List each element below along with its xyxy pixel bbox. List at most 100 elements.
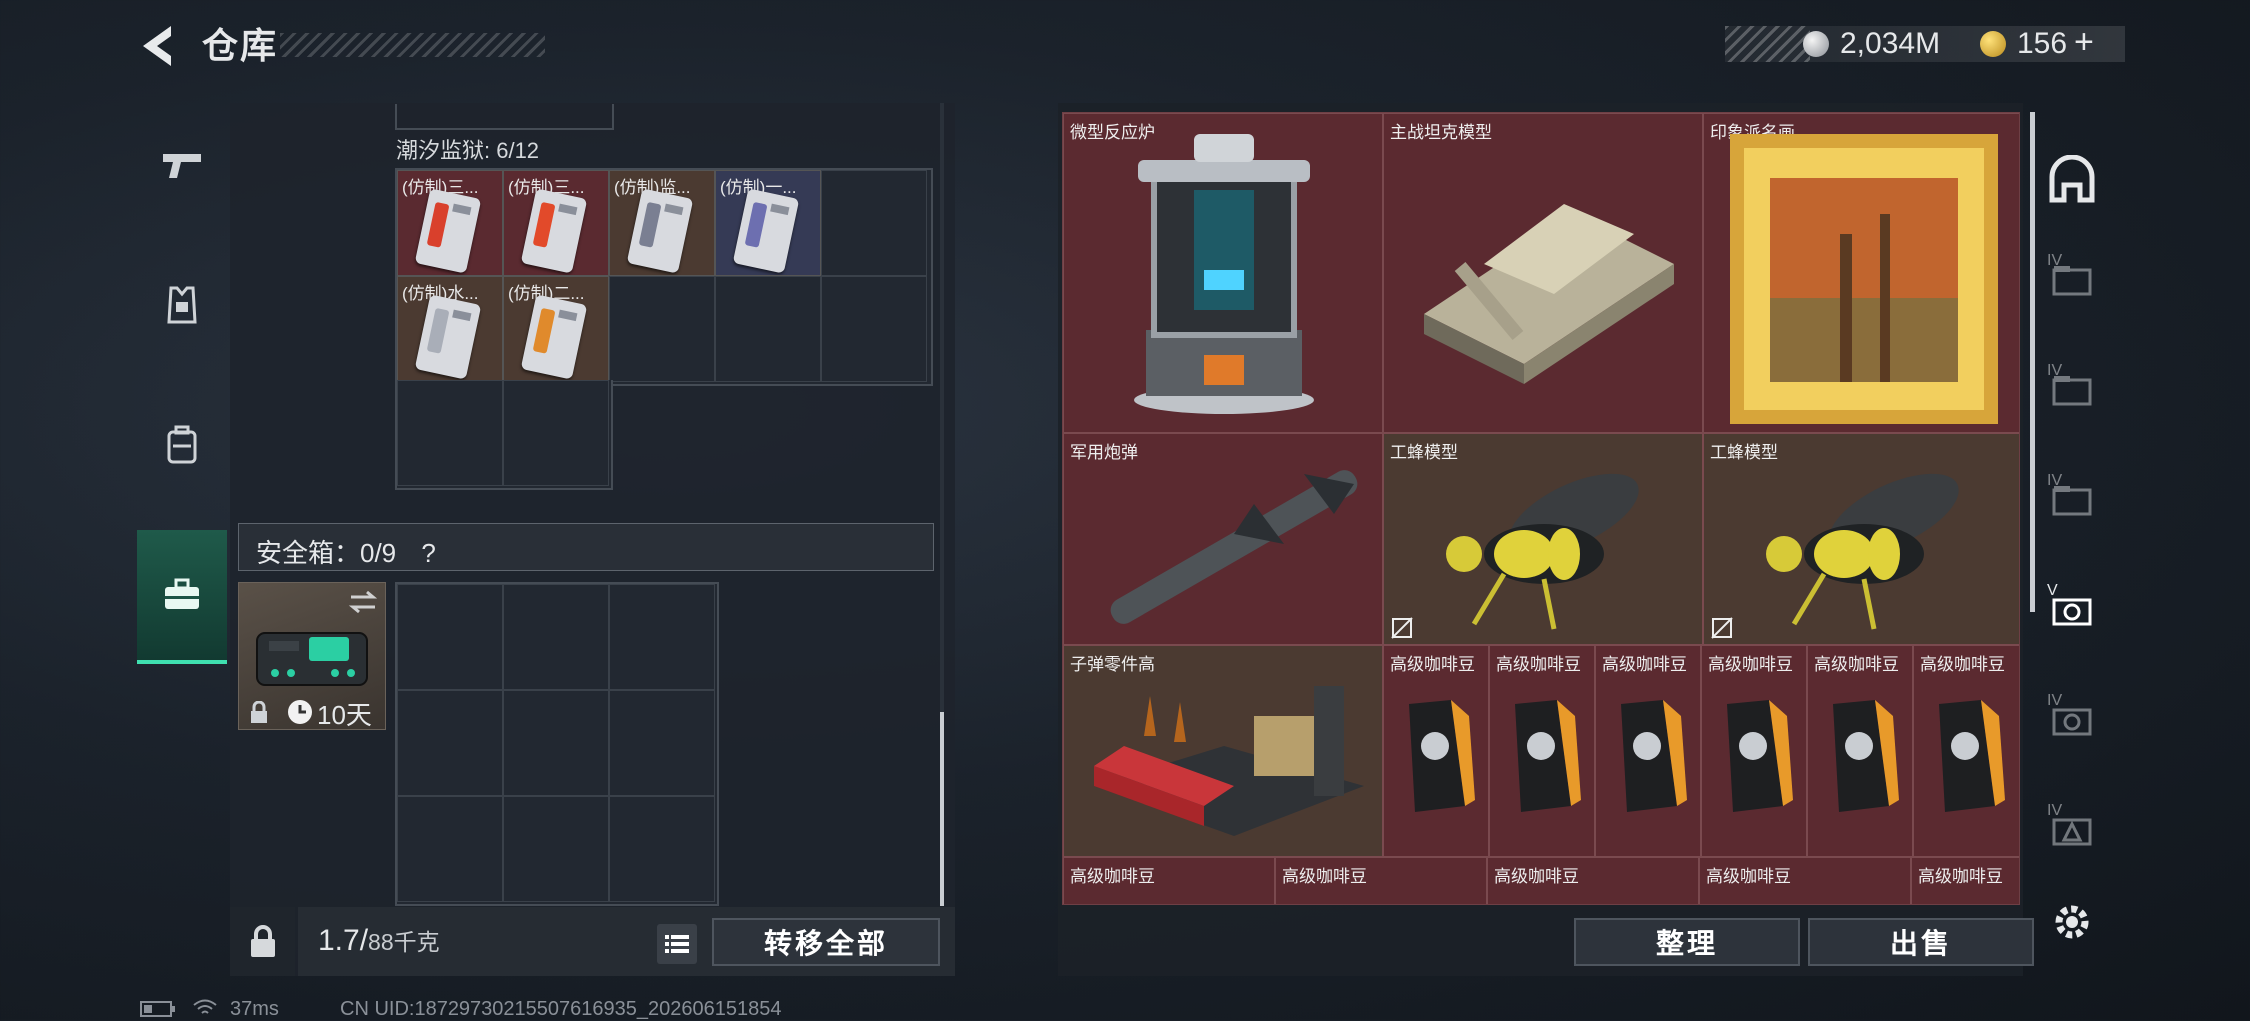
empty-slot[interactable] — [503, 796, 609, 902]
collection-item[interactable]: (仿制)水... — [397, 276, 503, 382]
stash-scrollbar[interactable] — [2030, 112, 2035, 612]
briefcase-icon — [165, 578, 199, 609]
wifi-icon — [193, 999, 217, 1014]
bee-icon — [1766, 473, 1959, 630]
silver-coin-icon — [1803, 31, 1829, 57]
stash-item-tank-model[interactable]: 主战坦克模型 — [1383, 113, 1703, 433]
uid-text: CN UID:18729730215507616935_202606151854 — [340, 998, 782, 1020]
coffee-bag-icon — [1409, 700, 1475, 812]
transfer-all-button[interactable]: 转移全部 — [712, 918, 940, 966]
battery-icon — [140, 1001, 175, 1017]
stash-item-coffee[interactable]: 高级咖啡豆 — [1487, 857, 1699, 904]
keycard-icon — [520, 294, 588, 380]
sort-button[interactable]: 整理 — [1574, 918, 1800, 966]
tank-icon — [1424, 204, 1674, 384]
tab-backpack[interactable] — [137, 380, 227, 510]
collection-item[interactable]: (仿制)三... — [397, 170, 503, 276]
empty-slot[interactable] — [821, 276, 927, 382]
ping-readout: 37ms — [230, 998, 279, 1020]
stash-item-coffee[interactable]: 高级咖啡豆 — [1275, 857, 1487, 904]
stash-item-coffee[interactable]: 高级咖啡豆 — [1807, 645, 1913, 857]
currency-decoration — [1725, 26, 1810, 62]
help-button[interactable]: ? — [421, 538, 435, 568]
bee-icon — [1446, 473, 1639, 630]
reactor-icon — [1134, 134, 1314, 414]
list-view-button[interactable] — [657, 924, 697, 964]
stash-item-micro-reactor[interactable]: 微型反应炉 — [1063, 113, 1383, 433]
lock-button[interactable] — [230, 907, 295, 976]
empty-slot[interactable] — [609, 690, 715, 796]
stash-item-coffee[interactable]: 高级咖啡豆 — [1701, 645, 1807, 857]
safe-container-icon — [256, 632, 368, 686]
collection-item[interactable]: (仿制)二... — [503, 276, 609, 382]
stash-item-bee-model[interactable]: 工蜂模型 — [1703, 433, 2019, 645]
stash-item-bullet-parts[interactable]: 子弹零件高 — [1063, 645, 1383, 857]
tab-armor[interactable] — [137, 240, 227, 370]
stash-item-coffee[interactable]: 高级咖啡豆 — [1489, 645, 1595, 857]
back-arrow-icon — [143, 26, 171, 66]
previous-container-edge — [395, 104, 614, 130]
gold-coin-icon — [1980, 31, 2006, 57]
settings-button[interactable] — [2052, 902, 2092, 942]
stash-item-coffee[interactable]: 高级咖啡豆 — [1063, 857, 1275, 904]
list-icon — [665, 935, 689, 953]
pistol-icon — [163, 154, 201, 178]
empty-slot[interactable] — [715, 276, 821, 382]
stash-item-coffee[interactable]: 高级咖啡豆 — [1595, 645, 1701, 857]
safebox-grid — [395, 582, 719, 906]
left-category-tabs — [137, 100, 227, 675]
stash-item-bee-model[interactable]: 工蜂模型 — [1383, 433, 1703, 645]
untradeable-icon — [1391, 617, 1413, 639]
coffee-bag-icon — [1621, 700, 1687, 812]
back-button[interactable] — [135, 22, 183, 70]
missile-icon — [1110, 470, 1358, 624]
armor-icon — [167, 286, 197, 324]
stash-item-artillery-shell[interactable]: 军用炮弹 — [1063, 433, 1383, 645]
collection-item[interactable]: (仿制)三... — [503, 170, 609, 276]
coffee-bag-icon — [1833, 700, 1899, 812]
collection-item[interactable]: (仿制)监... — [609, 170, 715, 276]
empty-slot[interactable] — [609, 276, 715, 382]
empty-slot[interactable] — [397, 796, 503, 902]
stash-item-coffee[interactable]: 高级咖啡豆 — [1699, 857, 1911, 904]
bullet-parts-icon — [1094, 686, 1364, 836]
empty-slot[interactable] — [503, 690, 609, 796]
currency-primary: 2,034M — [1840, 27, 1941, 60]
lock-icon — [251, 925, 275, 957]
collection-item[interactable]: (仿制)一... — [715, 170, 821, 276]
page-title: 仓库 — [202, 25, 279, 66]
left-scrollbar-thumb[interactable] — [940, 712, 944, 906]
add-currency-button[interactable]: + — [2074, 24, 2094, 60]
tab-stash-iv-3[interactable]: IV — [2037, 450, 2107, 550]
coffee-bag-icon — [1939, 700, 2005, 812]
empty-slot[interactable] — [503, 380, 609, 486]
empty-slot[interactable] — [609, 584, 715, 690]
tab-stash-iv-5[interactable]: IV — [2037, 780, 2107, 880]
safebox-label: 安全箱：0/9 ? — [256, 538, 436, 568]
safebox-case[interactable]: 10天 — [238, 582, 386, 730]
tab-pistol[interactable] — [137, 100, 227, 230]
stash-item-coffee[interactable]: 高级咖啡豆 — [1383, 645, 1489, 857]
weight-readout: 1.7/88千克 — [318, 924, 440, 957]
sell-button[interactable]: 出售 — [1808, 918, 2034, 966]
gear-icon — [2055, 905, 2089, 939]
painting-icon — [1730, 134, 1998, 424]
tab-stash-iv-2[interactable]: IV — [2037, 340, 2107, 440]
empty-slot[interactable] — [397, 380, 503, 486]
empty-slot[interactable] — [397, 690, 503, 796]
empty-slot[interactable] — [609, 796, 715, 902]
tab-stash-iv-1[interactable]: IV — [2037, 230, 2107, 330]
tab-home[interactable] — [2037, 130, 2107, 230]
keycard-icon — [520, 188, 588, 274]
stash-item-coffee[interactable]: 高级咖啡豆 — [1911, 857, 2019, 904]
stash-item-painting[interactable]: 印象派名画 — [1703, 113, 2019, 433]
currency-secondary: 156 — [2017, 27, 2068, 60]
empty-slot[interactable] — [503, 584, 609, 690]
swap-icon[interactable] — [347, 589, 379, 615]
empty-slot[interactable] — [821, 170, 927, 276]
stash-item-coffee[interactable]: 高级咖啡豆 — [1913, 645, 2019, 857]
empty-slot[interactable] — [397, 584, 503, 690]
tab-stash-iv-4[interactable]: IV — [2037, 670, 2107, 770]
tab-safebox[interactable] — [137, 530, 227, 664]
tab-stash-v-active[interactable]: V — [2037, 560, 2107, 660]
